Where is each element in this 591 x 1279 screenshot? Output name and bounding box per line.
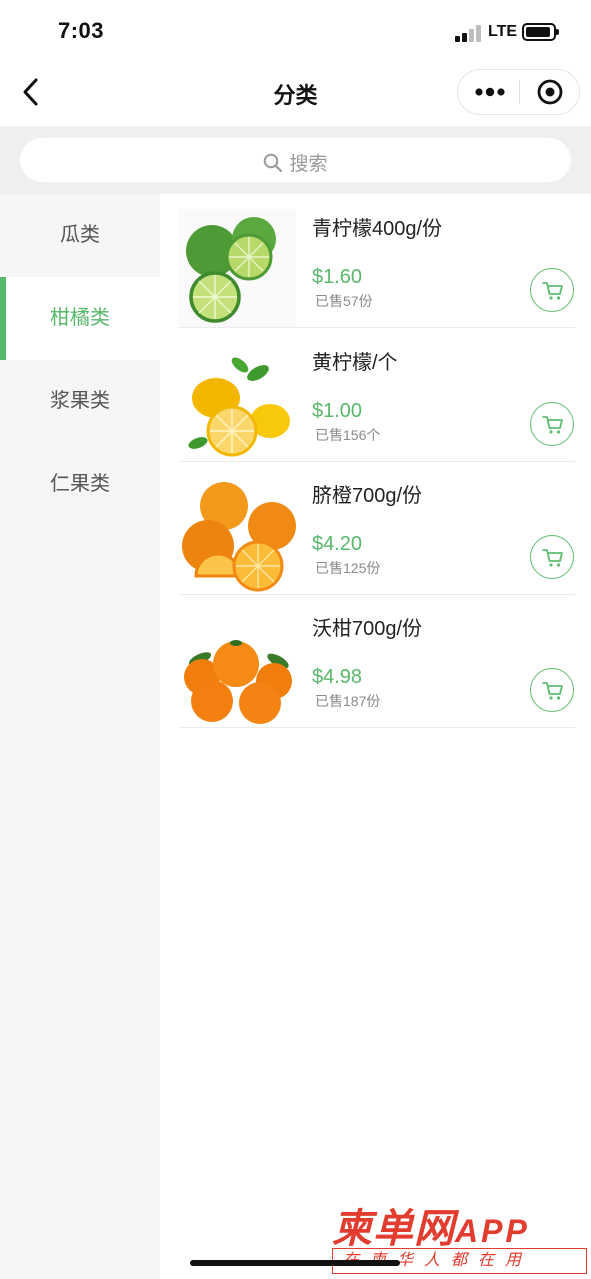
search-area: 搜索	[0, 126, 591, 194]
cart-icon	[542, 416, 563, 434]
product-item-navel-orange[interactable]: 脐橙700g/份 $4.20 已售125份	[178, 461, 575, 595]
add-to-cart-button[interactable]	[530, 535, 574, 579]
battery-icon	[522, 23, 559, 41]
category-item-melons[interactable]: 瓜类	[0, 194, 160, 277]
cart-icon	[542, 682, 563, 700]
close-button[interactable]	[520, 70, 580, 114]
search-icon	[264, 153, 283, 173]
product-image-yellow-lemon	[178, 343, 296, 461]
search-placeholder: 搜索	[289, 154, 328, 175]
more-dots-icon	[475, 87, 505, 97]
category-sidebar: 瓜类 柑橘类 浆果类 仁果类	[0, 194, 160, 1279]
add-to-cart-button[interactable]	[530, 268, 574, 312]
cart-icon	[542, 549, 563, 567]
search-input[interactable]: 搜索	[20, 138, 571, 182]
add-to-cart-button[interactable]	[530, 402, 574, 446]
product-name: 沃柑700g/份	[312, 618, 423, 640]
watermark-brand-suffix: APP	[455, 1213, 530, 1249]
signal-icon	[455, 24, 483, 42]
product-name: 脐橙700g/份	[312, 485, 423, 507]
product-name: 黄柠檬/个	[312, 352, 398, 374]
product-sold-count: 已售57份	[315, 293, 373, 309]
home-indicator[interactable]	[190, 1260, 400, 1266]
category-item-citrus[interactable]: 柑橘类	[0, 277, 160, 360]
close-target-icon	[537, 79, 563, 105]
more-button[interactable]	[458, 70, 519, 114]
product-price: $4.20	[312, 533, 363, 555]
product-item-yellow-lemon[interactable]: 黄柠檬/个 $1.00 已售156个	[178, 328, 575, 462]
add-to-cart-button[interactable]	[530, 668, 574, 712]
status-time: 7:03	[58, 18, 105, 43]
category-item-berries[interactable]: 浆果类	[0, 360, 160, 443]
status-bar: 7:03 LTE	[0, 0, 591, 62]
product-item-green-lemon[interactable]: 青柠檬400g/份 $1.60 已售57份	[178, 194, 575, 328]
product-price: $1.00	[312, 400, 363, 422]
category-item-pome[interactable]: 仁果类	[0, 443, 160, 526]
watermark-brand: 柬单网	[332, 1207, 455, 1251]
product-price: $1.60	[312, 266, 363, 288]
product-image-navel-orange	[178, 476, 296, 594]
nav-bar: 分类	[0, 62, 591, 126]
product-sold-count: 已售187份	[315, 693, 381, 709]
mini-program-capsule	[457, 69, 580, 115]
network-label: LTE	[488, 23, 518, 40]
product-price: $4.98	[312, 666, 363, 688]
product-sold-count: 已售125份	[315, 560, 381, 576]
product-name: 青柠檬400g/份	[312, 218, 443, 240]
product-image-orah-mandarin	[178, 609, 296, 727]
product-item-orah-mandarin[interactable]: 沃柑700g/份 $4.98 已售187份	[178, 594, 575, 728]
product-sold-count: 已售156个	[315, 427, 381, 443]
cart-icon	[542, 282, 563, 300]
product-image-green-lemon	[178, 209, 296, 327]
